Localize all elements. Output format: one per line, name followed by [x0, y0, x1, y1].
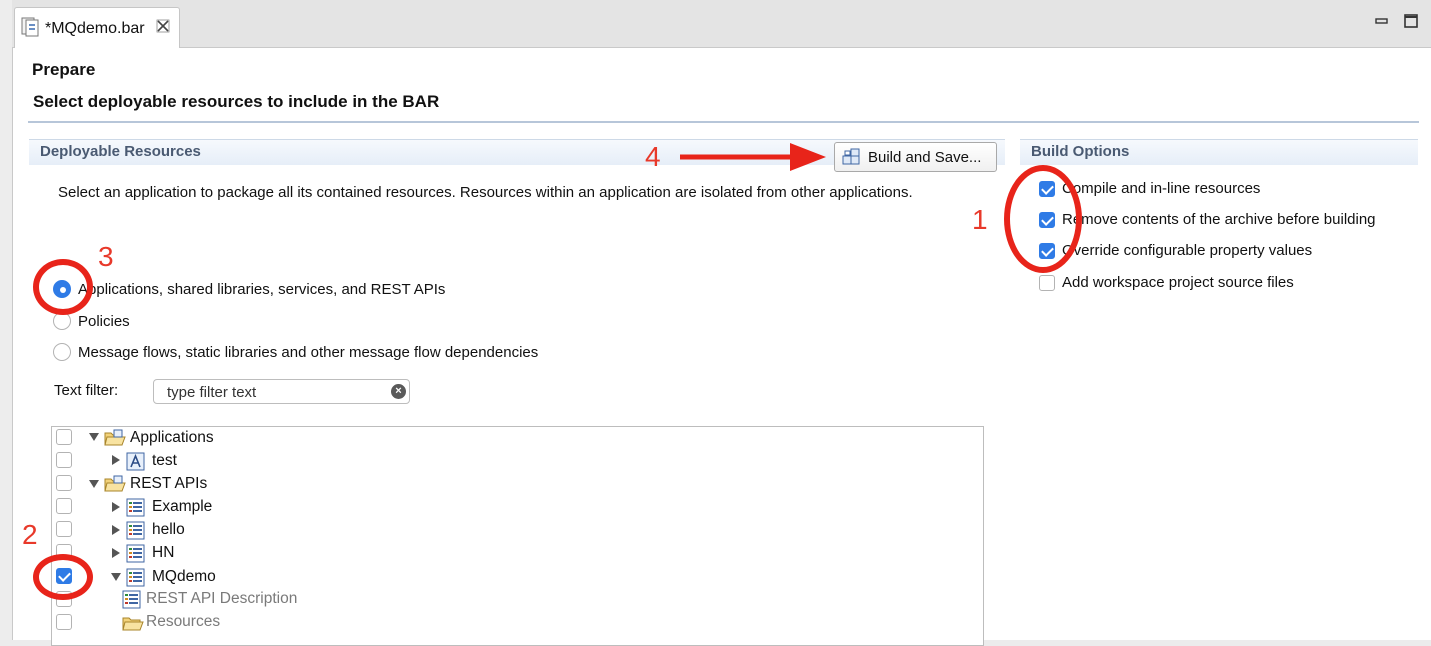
tree-item-label: hello	[152, 521, 185, 538]
build-icon	[842, 148, 862, 168]
expand-arrow-icon[interactable]	[89, 480, 99, 488]
radio-message-flows[interactable]	[53, 343, 71, 361]
page-subtitle: Select deployable resources to include i…	[33, 92, 440, 111]
tree-checkbox-example[interactable]	[56, 498, 72, 514]
tree-item-label: MQdemo	[152, 568, 216, 585]
editor-tab-strip	[12, 0, 1431, 48]
tree-checkbox-resources[interactable]	[56, 614, 72, 630]
filter-input[interactable]: type filter text ×	[153, 379, 410, 404]
radio-message-flows-label: Message flows, static libraries and othe…	[78, 344, 539, 361]
rest-api-icon	[126, 521, 145, 545]
annotation-ring-1	[1004, 165, 1082, 273]
tree-item-label: HN	[152, 544, 175, 561]
rest-api-icon	[126, 544, 145, 568]
annotation-arrow-icon	[678, 141, 828, 173]
annotation-ring-3	[33, 259, 93, 315]
build-options-section-title: Build Options	[1031, 143, 1130, 160]
radio-applications-label: Applications, shared libraries, services…	[78, 281, 446, 298]
left-gutter	[0, 0, 12, 640]
application-icon	[126, 452, 145, 476]
editor-tab[interactable]: *MQdemo.bar	[14, 7, 180, 49]
clear-filter-icon[interactable]: ×	[391, 384, 406, 399]
rest-api-icon	[126, 498, 145, 522]
annotation-number-1: 1	[972, 204, 988, 235]
collapse-arrow-icon[interactable]	[112, 525, 120, 535]
tree-checkbox-rest-apis[interactable]	[56, 475, 72, 491]
annotation-number-3: 3	[98, 241, 114, 272]
tree-item-label: REST APIs	[130, 475, 208, 492]
folder-open-icon	[122, 614, 144, 637]
maximize-icon[interactable]	[1402, 12, 1420, 30]
deployable-description: Select an application to package all its…	[58, 184, 913, 201]
collapse-arrow-icon[interactable]	[112, 455, 120, 465]
deployable-section-title: Deployable Resources	[40, 143, 201, 160]
expand-arrow-icon[interactable]	[111, 573, 121, 581]
option-add-source-label: Add workspace project source files	[1062, 274, 1294, 291]
tree-item-label: Resources	[146, 613, 221, 630]
folder-open-icon	[104, 475, 126, 498]
tree-checkbox-test[interactable]	[56, 452, 72, 468]
header-separator	[28, 121, 1419, 123]
folder-open-icon	[104, 429, 126, 452]
tree-checkbox-applications[interactable]	[56, 429, 72, 445]
tree-item-label: Example	[152, 498, 213, 515]
tree-item-label: Applications	[130, 429, 214, 446]
filter-label: Text filter:	[54, 382, 119, 399]
option-compile-label: Compile and in-line resources	[1062, 180, 1261, 197]
tree-item-label: REST API Description	[146, 590, 298, 607]
collapse-arrow-icon[interactable]	[112, 502, 120, 512]
filter-placeholder: type filter text	[167, 384, 257, 401]
collapse-arrow-icon[interactable]	[112, 548, 120, 558]
annotation-ring-2	[33, 554, 93, 600]
close-icon[interactable]	[155, 18, 171, 34]
build-and-save-label: Build and Save...	[868, 149, 982, 166]
expand-arrow-icon[interactable]	[89, 433, 99, 441]
tree-item-label: test	[152, 452, 177, 469]
option-override-properties-label: Override configurable property values	[1062, 242, 1313, 259]
bar-file-icon	[21, 17, 39, 37]
annotation-number-4: 4	[645, 141, 661, 172]
page-title: Prepare	[32, 60, 96, 79]
annotation-number-2: 2	[22, 519, 38, 550]
option-remove-contents-label: Remove contents of the archive before bu…	[1062, 211, 1376, 228]
tree-checkbox-hello[interactable]	[56, 521, 72, 537]
rest-api-description-icon	[122, 590, 142, 615]
radio-policies-label: Policies	[78, 313, 130, 330]
minimize-icon[interactable]	[1373, 12, 1391, 30]
build-and-save-button[interactable]: Build and Save...	[834, 142, 997, 172]
editor-tab-title: *MQdemo.bar	[45, 20, 145, 37]
rest-api-icon	[126, 568, 145, 592]
option-add-source-checkbox[interactable]	[1039, 275, 1055, 291]
